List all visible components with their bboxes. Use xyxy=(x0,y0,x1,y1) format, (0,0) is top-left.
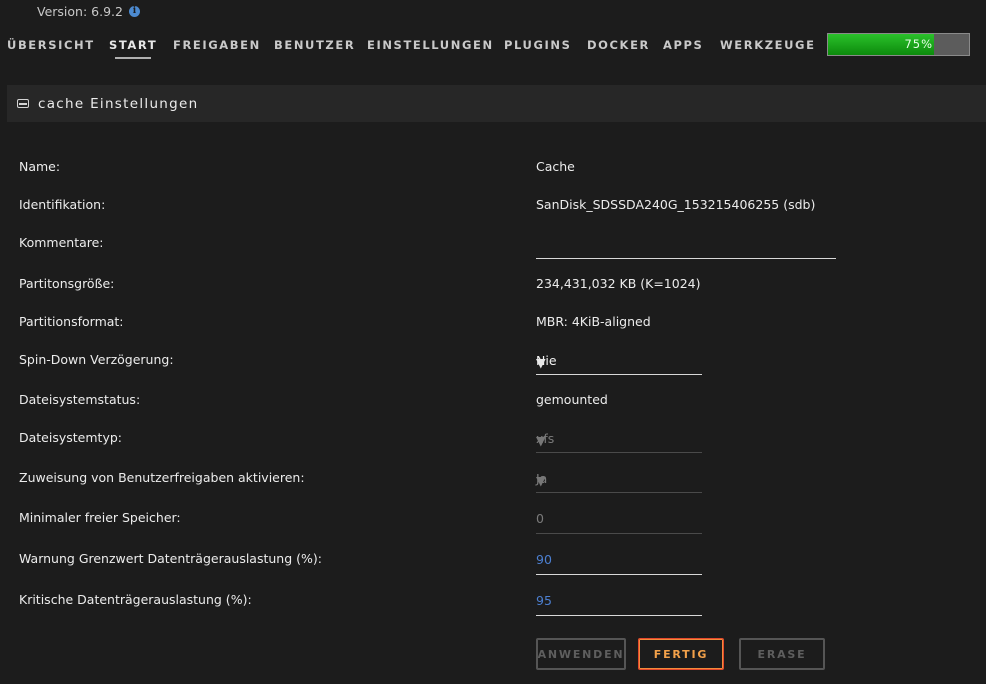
top-bar: Version: 6.9.2 i ÜBERSICHT START FREIGAB… xyxy=(0,0,986,66)
crit-threshold-value: 95 xyxy=(536,593,552,608)
nav-users[interactable]: BENUTZER xyxy=(274,38,355,52)
array-usage-label: 75% xyxy=(904,37,933,51)
apply-button[interactable]: ANWENDEN xyxy=(536,638,626,670)
spin-down-label: Spin-Down Verzögerung: xyxy=(19,352,174,367)
identification-value: SanDisk_SDSSDA240G_153215406255 (sdb) xyxy=(536,197,816,212)
panel-title: cache Einstellungen xyxy=(38,95,199,112)
identification-label: Identifikation: xyxy=(19,197,106,212)
chevron-down-icon: ▼ xyxy=(536,473,546,488)
nav-plugins[interactable]: PLUGINS xyxy=(504,38,572,52)
comments-label: Kommentare: xyxy=(19,235,104,250)
panel-header: cache Einstellungen xyxy=(7,85,986,122)
share-assign-label: Zuweisung von Benutzerfreigaben aktivier… xyxy=(19,470,305,485)
warn-threshold-input[interactable]: 90 xyxy=(536,549,702,575)
share-assign-select[interactable]: Ja ▼ xyxy=(536,468,702,493)
fs-status-label: Dateisystemstatus: xyxy=(19,392,141,407)
partition-size-value: 234,431,032 KB (K=1024) xyxy=(536,276,701,291)
min-free-value: 0 xyxy=(536,511,544,526)
crit-threshold-label: Kritische Datenträgerauslastung (%): xyxy=(19,592,252,607)
nav-start[interactable]: START xyxy=(109,38,157,59)
comments-input[interactable] xyxy=(536,236,836,259)
min-free-input[interactable]: 0 xyxy=(536,508,702,534)
fs-type-label: Dateisystemtyp: xyxy=(19,430,122,445)
spin-down-select[interactable]: Nie ▼ xyxy=(536,350,702,375)
fs-status-value: gemounted xyxy=(536,392,608,407)
chevron-down-icon: ▼ xyxy=(536,433,546,448)
partition-size-label: Partitonsgröße: xyxy=(19,276,115,291)
info-icon[interactable]: i xyxy=(128,6,140,17)
crit-threshold-input[interactable]: 95 xyxy=(536,590,702,616)
done-button[interactable]: FERTIG xyxy=(638,638,724,670)
nav-tools[interactable]: WERKZEUGE xyxy=(720,38,816,52)
fs-type-select[interactable]: xfs ▼ xyxy=(536,428,702,453)
hard-drive-icon xyxy=(17,99,29,108)
nav-apps[interactable]: APPS xyxy=(663,38,703,52)
version-text: Version: 6.9.2 xyxy=(37,4,123,19)
nav-overview[interactable]: ÜBERSICHT xyxy=(7,38,95,52)
partition-format-label: Partitionsformat: xyxy=(19,314,124,329)
min-free-label: Minimaler freier Speicher: xyxy=(19,510,181,525)
array-usage-bar: 75% xyxy=(827,33,970,56)
chevron-down-icon: ▼ xyxy=(536,355,546,370)
warn-threshold-label: Warnung Grenzwert Datenträgerauslastung … xyxy=(19,551,322,566)
warn-threshold-value: 90 xyxy=(536,552,552,567)
nav-shares[interactable]: FREIGABEN xyxy=(173,38,261,52)
partition-format-value: MBR: 4KiB-aligned xyxy=(536,314,651,329)
name-label: Name: xyxy=(19,159,61,174)
nav-settings[interactable]: EINSTELLUNGEN xyxy=(367,38,494,52)
nav-docker[interactable]: DOCKER xyxy=(587,38,650,52)
erase-button[interactable]: ERASE xyxy=(739,638,825,670)
version-info: Version: 6.9.2 i xyxy=(37,4,140,19)
name-value: Cache xyxy=(536,159,575,174)
